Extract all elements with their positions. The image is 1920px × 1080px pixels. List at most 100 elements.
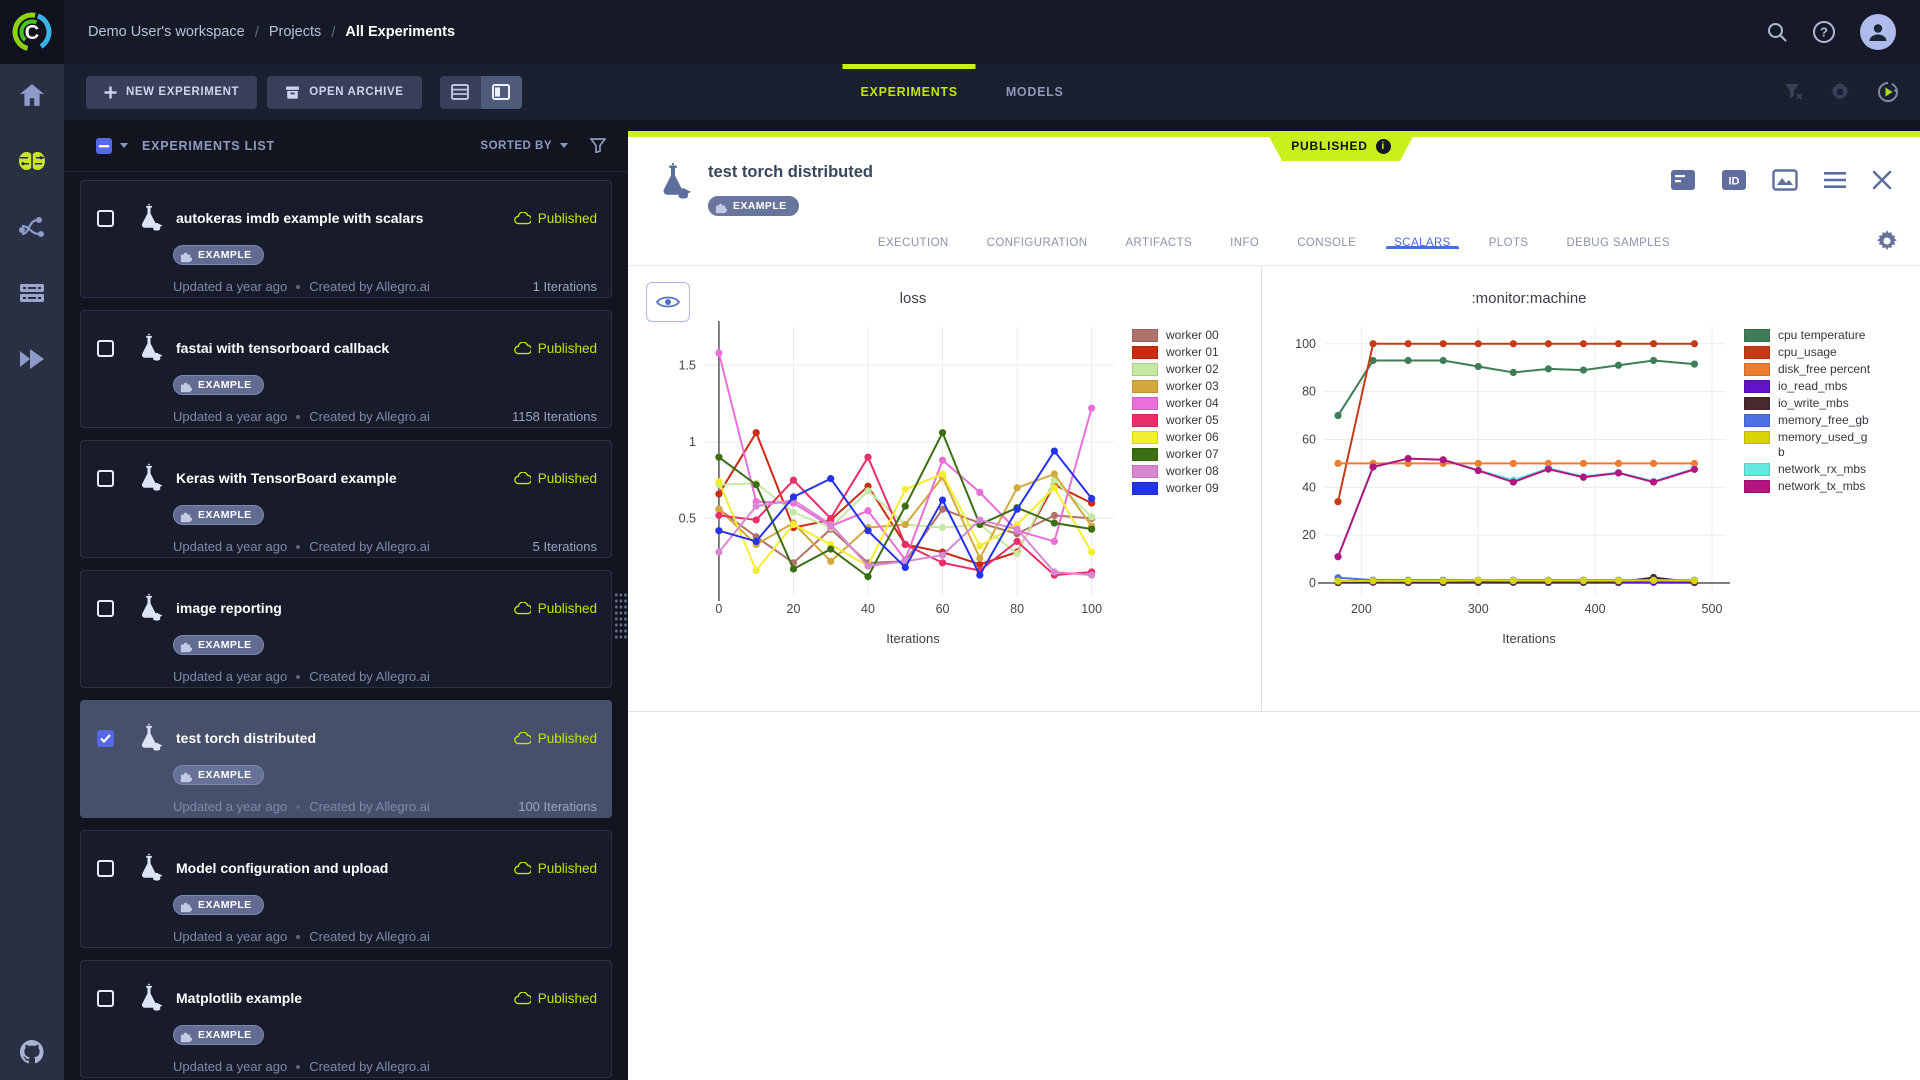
experiment-card[interactable]: fastai with tensorboard callbackPublishe…: [80, 310, 612, 428]
clear-filters-button[interactable]: [1784, 83, 1804, 101]
clearml-logo[interactable]: C: [0, 0, 64, 64]
experiment-name[interactable]: test torch distributed: [176, 730, 514, 746]
sidebar-item-workers-queues[interactable]: [17, 278, 47, 308]
legend-item[interactable]: worker 05: [1132, 413, 1236, 428]
experiment-checkbox[interactable]: [97, 470, 114, 487]
legend-label: worker 03: [1166, 379, 1219, 394]
auto-refresh-button[interactable]: [1876, 80, 1900, 104]
tab-scalars[interactable]: SCALARS: [1394, 237, 1451, 249]
legend-item[interactable]: worker 09: [1132, 481, 1236, 496]
legend-item[interactable]: worker 03: [1132, 379, 1236, 394]
tag-label: EXAMPLE: [198, 249, 252, 261]
panel-resize-handle[interactable]: [614, 592, 628, 640]
open-archive-button[interactable]: OPEN ARCHIVE: [267, 76, 421, 109]
meta-separator-dot: [296, 805, 300, 809]
experiment-checkbox[interactable]: [97, 600, 114, 617]
legend-item[interactable]: disk_free percent: [1744, 362, 1872, 377]
experiment-card[interactable]: Model configuration and uploadPublishedE…: [80, 830, 612, 948]
menu-button[interactable]: [1823, 171, 1847, 189]
experiment-card[interactable]: autokeras imdb example with scalarsPubli…: [80, 180, 612, 298]
debug-images-button[interactable]: [1772, 169, 1798, 191]
breadcrumb-projects[interactable]: Projects: [269, 24, 321, 40]
legend-item[interactable]: worker 00: [1132, 328, 1236, 343]
filter-button[interactable]: [590, 138, 606, 153]
legend-item[interactable]: worker 08: [1132, 464, 1236, 479]
chart-loss[interactable]: loss0204060801000.511.5Iterationsworker …: [628, 266, 1262, 711]
search-button[interactable]: [1766, 21, 1788, 43]
hide-plots-button[interactable]: [646, 282, 690, 322]
legend-item[interactable]: cpu temperature: [1744, 328, 1872, 343]
select-dropdown-caret[interactable]: [120, 143, 128, 148]
experiment-card[interactable]: Keras with TensorBoard examplePublishedE…: [80, 440, 612, 558]
sort-by-button[interactable]: SORTED BY: [480, 140, 568, 152]
sidebar-item-getting-started[interactable]: [17, 344, 47, 374]
experiment-name[interactable]: Model configuration and upload: [176, 860, 514, 876]
legend-item[interactable]: worker 07: [1132, 447, 1236, 462]
chart-canvas[interactable]: 200300400500020406080100: [1278, 311, 1740, 629]
table-view-button[interactable]: [440, 76, 481, 109]
chart-legend: worker 00 worker 01 worker 02 worker 03 work…: [1132, 328, 1236, 711]
tab-debug-samples[interactable]: DEBUG SAMPLES: [1566, 237, 1670, 249]
breadcrumb-workspace[interactable]: Demo User's workspace: [88, 24, 245, 40]
table-settings-button[interactable]: [1830, 82, 1850, 102]
legend-item[interactable]: worker 06: [1132, 430, 1236, 445]
legend-item[interactable]: worker 02: [1132, 362, 1236, 377]
select-all-checkbox[interactable]: [96, 138, 112, 154]
brain-projects-icon: [17, 148, 47, 174]
experiment-name[interactable]: Keras with TensorBoard example: [176, 470, 514, 486]
tab-execution[interactable]: EXECUTION: [878, 237, 949, 249]
tab-plots[interactable]: PLOTS: [1489, 237, 1529, 249]
tab-configuration[interactable]: CONFIGURATION: [987, 237, 1088, 249]
close-button[interactable]: [1872, 170, 1892, 190]
auto-refresh-icon: [1876, 80, 1900, 104]
legend-item[interactable]: io_write_mbs: [1744, 396, 1872, 411]
legend-item[interactable]: worker 01: [1132, 345, 1236, 360]
experiment-checkbox[interactable]: [97, 730, 114, 747]
experiment-card[interactable]: test torch distributedPublishedEXAMPLEUp…: [80, 700, 612, 818]
toolbar: NEW EXPERIMENT OPEN ARCHIVE: [64, 64, 1920, 120]
show-id-button[interactable]: ID: [1721, 169, 1747, 191]
status-info-icon[interactable]: i: [1376, 139, 1391, 154]
user-avatar[interactable]: [1860, 14, 1896, 50]
new-experiment-button[interactable]: NEW EXPERIMENT: [86, 76, 257, 109]
tab-console[interactable]: CONSOLE: [1297, 237, 1356, 249]
details-view-button[interactable]: [1670, 169, 1696, 191]
legend-item[interactable]: io_read_mbs: [1744, 379, 1872, 394]
legend-item[interactable]: memory_free_gb: [1744, 413, 1872, 428]
split-view-button[interactable]: [481, 76, 522, 109]
tab-artifacts[interactable]: ARTIFACTS: [1125, 237, 1192, 249]
experiment-name[interactable]: image reporting: [176, 600, 514, 616]
github-link[interactable]: [0, 1038, 64, 1066]
experiment-title: test torch distributed: [708, 163, 873, 182]
experiment-checkbox[interactable]: [97, 340, 114, 357]
legend-item[interactable]: worker 04: [1132, 396, 1236, 411]
sidebar-item-pipelines[interactable]: [17, 212, 47, 242]
experiment-type-icon-wrap: [134, 853, 164, 883]
scalars-settings-button[interactable]: [1876, 230, 1898, 257]
tab-info[interactable]: INFO: [1230, 237, 1259, 249]
card-tag-row: EXAMPLE: [173, 375, 597, 395]
experiment-name[interactable]: Matplotlib example: [176, 990, 514, 1006]
experiment-card[interactable]: image reportingPublishedEXAMPLEUpdated a…: [80, 570, 612, 688]
legend-item[interactable]: network_rx_mbs: [1744, 462, 1872, 477]
experiment-name[interactable]: fastai with tensorboard callback: [176, 340, 514, 356]
legend-item[interactable]: network_tx_mbs: [1744, 479, 1872, 494]
experiment-card[interactable]: Matplotlib examplePublishedEXAMPLEUpdate…: [80, 960, 612, 1078]
experiment-checkbox[interactable]: [97, 210, 114, 227]
experiment-checkbox[interactable]: [97, 990, 114, 1007]
sidebar-item-projects[interactable]: [17, 146, 47, 176]
data-point: [939, 496, 946, 503]
data-point: [902, 503, 909, 510]
experiment-checkbox[interactable]: [97, 860, 114, 877]
chart-canvas[interactable]: 0204060801000.511.5: [658, 311, 1128, 629]
status-label: Published: [538, 861, 597, 876]
experiment-name[interactable]: autokeras imdb example with scalars: [176, 210, 514, 226]
data-point: [827, 545, 834, 552]
chart-monitor-machine[interactable]: :monitor:machine200300400500020406080100…: [1262, 266, 1920, 711]
tab-models[interactable]: MODELS: [1006, 64, 1064, 120]
help-button[interactable]: ?: [1812, 20, 1836, 44]
tab-experiments[interactable]: EXPERIMENTS: [861, 64, 958, 120]
legend-item[interactable]: memory_used_gb: [1744, 430, 1872, 459]
legend-item[interactable]: cpu_usage: [1744, 345, 1872, 360]
sidebar-item-dashboard[interactable]: [17, 80, 47, 110]
